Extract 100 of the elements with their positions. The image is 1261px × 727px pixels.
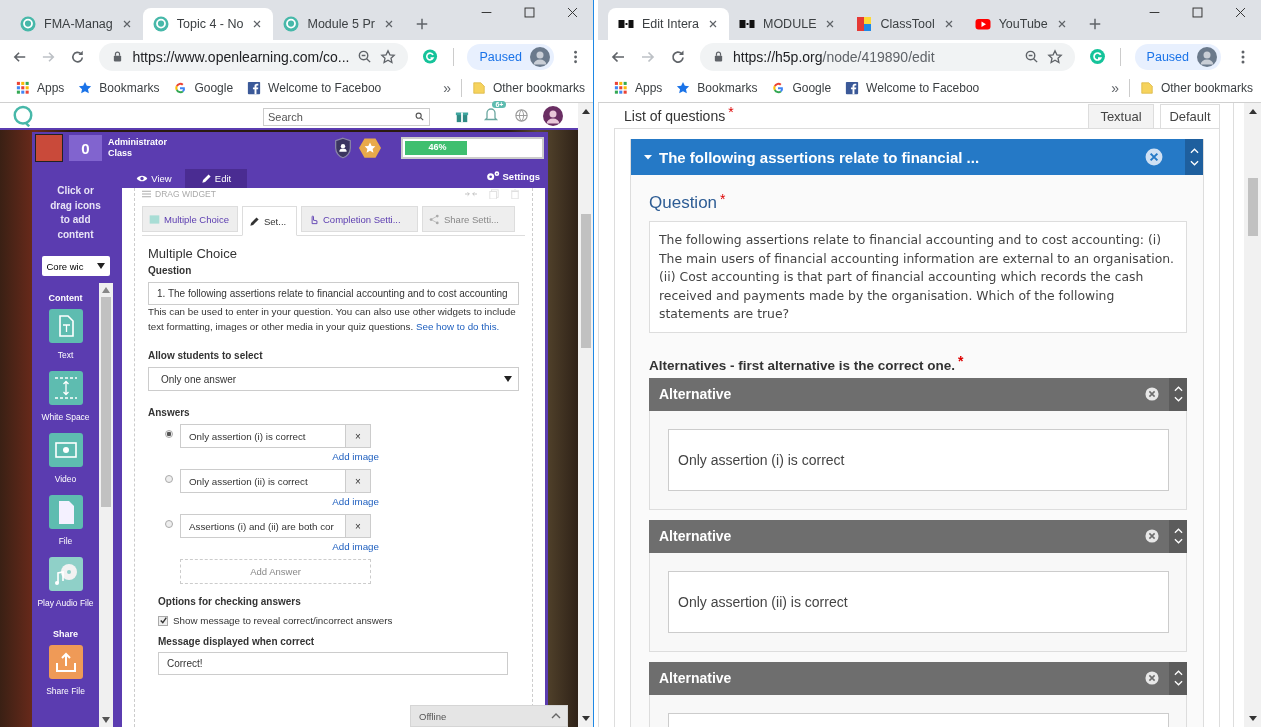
- add-image-link[interactable]: Add image: [332, 451, 379, 462]
- new-tab-icon[interactable]: [1087, 17, 1102, 31]
- remove-button[interactable]: ×: [345, 425, 370, 447]
- answer-field[interactable]: Assertions (i) and (ii) are both cor ×: [180, 514, 371, 538]
- widget-label[interactable]: White Space: [35, 410, 96, 424]
- remove-icon[interactable]: [1145, 148, 1163, 166]
- overflow-chevron[interactable]: »: [443, 79, 451, 96]
- mode-tab[interactable]: Edit: [185, 169, 247, 188]
- display-mode-tab[interactable]: Textual: [1088, 104, 1154, 128]
- reorder-buttons[interactable]: [1169, 519, 1187, 553]
- editor-tab[interactable]: Completion Setti...: [301, 206, 418, 232]
- overflow-chevron[interactable]: »: [1111, 79, 1119, 96]
- profile-button[interactable]: Paused: [1134, 43, 1221, 70]
- add-image-link[interactable]: Add image: [332, 496, 379, 507]
- browser-tab[interactable]: Topic 4 - No: [142, 8, 274, 40]
- globe-icon[interactable]: [513, 108, 529, 123]
- close-icon[interactable]: [1234, 6, 1247, 19]
- avatar-icon[interactable]: [542, 105, 563, 126]
- browser-tab[interactable]: Module 5 Pr: [273, 8, 405, 40]
- bookmark[interactable]: Apps: [614, 80, 663, 95]
- upload-tray-icon[interactable]: [48, 645, 83, 679]
- search-field[interactable]: Search: [263, 107, 430, 126]
- browser-tab[interactable]: FMA-Manag: [10, 8, 143, 40]
- address-bar[interactable]: https://h5p.org/node/419890/edit: [700, 42, 1075, 71]
- browser-tab[interactable]: YouTube: [964, 8, 1078, 40]
- scrollbar-thumb[interactable]: [580, 214, 591, 348]
- ring-logo-icon[interactable]: [12, 104, 34, 127]
- radio-button[interactable]: [165, 519, 173, 528]
- bookmark[interactable]: Welcome to Faceboo: [845, 80, 980, 95]
- bell-icon[interactable]: [483, 105, 500, 122]
- scrollbar-thumb[interactable]: [1247, 178, 1258, 236]
- question-text-field[interactable]: The following assertions relate to financial accounting and to cost accounting: (i) The main users of financial accounting information are external to an organisation. (ii) Cost accounting is that part of financial accounting which records the cash received and payments made by the organisation. Which of the following statements are true?: [649, 221, 1187, 333]
- maximize-icon[interactable]: [523, 6, 536, 19]
- editor-tab[interactable]: Multiple Choice: [142, 206, 238, 232]
- message-field[interactable]: Correct!: [158, 652, 508, 675]
- alternative-header[interactable]: Alternative: [649, 377, 1187, 411]
- bookmark-folder[interactable]: Other bookmarks: [1139, 80, 1253, 95]
- remove-icon[interactable]: [1145, 529, 1159, 543]
- widget-label[interactable]: Video: [35, 472, 96, 486]
- spacing-widget-icon[interactable]: [48, 371, 83, 405]
- address-bar[interactable]: https://www.openlearning.com/co...: [99, 42, 409, 71]
- close-icon[interactable]: [707, 18, 719, 30]
- close-icon[interactable]: [566, 6, 579, 19]
- widget-label[interactable]: Share File: [35, 684, 96, 698]
- reload-icon[interactable]: [70, 48, 86, 65]
- reorder-buttons[interactable]: [1185, 139, 1203, 175]
- settings-link[interactable]: Settings: [485, 170, 540, 182]
- reorder-buttons[interactable]: [1169, 661, 1187, 695]
- widget-label[interactable]: Text: [35, 348, 96, 362]
- category-dropdown[interactable]: Core wic: [41, 256, 110, 276]
- widget-label[interactable]: File: [35, 534, 96, 548]
- alternative-header[interactable]: Alternative: [649, 519, 1187, 553]
- scrollbar-thumb[interactable]: [101, 297, 111, 507]
- text-widget-icon[interactable]: [48, 309, 83, 343]
- video-widget-icon[interactable]: [48, 433, 83, 467]
- answer-field[interactable]: Only assertion (ii) is correct ×: [180, 469, 371, 493]
- scrollbar[interactable]: [1244, 103, 1261, 727]
- radio-button[interactable]: [165, 474, 173, 483]
- question-field[interactable]: 1. The following assertions relate to financial accounting and to cost accounting: [148, 282, 519, 305]
- new-tab-icon[interactable]: [414, 17, 429, 31]
- add-answer-button[interactable]: Add Answer: [180, 559, 371, 584]
- maximize-icon[interactable]: [1191, 6, 1204, 19]
- bookmark[interactable]: Bookmarks: [676, 80, 758, 95]
- widget-label[interactable]: Play Audio File: [35, 596, 96, 610]
- alternative-field[interactable]: Only assertion (ii) is correct: [668, 570, 1169, 633]
- remove-button[interactable]: ×: [345, 515, 370, 537]
- alternative-field[interactable]: Only assertion (i) is correct: [668, 428, 1169, 491]
- zoom-out-icon[interactable]: [357, 49, 373, 64]
- mode-tab[interactable]: View: [123, 169, 185, 188]
- browser-tab[interactable]: MODULE: [729, 8, 847, 40]
- file-widget-icon[interactable]: [48, 495, 83, 529]
- help-link[interactable]: See how to do this.: [415, 320, 500, 332]
- scrollbar[interactable]: [578, 103, 593, 727]
- group-header[interactable]: The following assertions relate to financial ...: [631, 139, 1203, 175]
- editor-tab[interactable]: Set...: [242, 206, 297, 236]
- zoom-out-icon[interactable]: [1023, 49, 1039, 64]
- answer-field[interactable]: Only assertion (i) is correct ×: [180, 424, 371, 448]
- add-image-link[interactable]: Add image: [332, 541, 379, 552]
- bookmark[interactable]: Welcome to Faceboo: [247, 80, 382, 95]
- bookmark[interactable]: Bookmarks: [78, 80, 160, 95]
- bookmark-folder[interactable]: Other bookmarks: [471, 80, 585, 95]
- remove-button[interactable]: ×: [345, 470, 370, 492]
- remove-icon[interactable]: [1145, 671, 1159, 685]
- scrollbar[interactable]: [99, 283, 113, 727]
- bookmark[interactable]: Google: [173, 80, 234, 95]
- remove-icon[interactable]: [1145, 387, 1159, 401]
- browser-tab[interactable]: ClassTool: [846, 8, 965, 40]
- alternative-header[interactable]: Alternative: [649, 661, 1187, 695]
- display-mode-tab[interactable]: Default: [1160, 104, 1220, 128]
- profile-button[interactable]: Paused: [467, 43, 554, 70]
- radio-button[interactable]: [165, 429, 173, 438]
- reload-icon[interactable]: [670, 48, 686, 65]
- answer-mode-dropdown[interactable]: Only one answer: [148, 367, 519, 391]
- offline-panel[interactable]: Offline: [410, 705, 568, 727]
- bookmark[interactable]: Apps: [16, 80, 65, 95]
- star-icon[interactable]: [1046, 48, 1063, 65]
- star-icon[interactable]: [380, 48, 397, 65]
- checkbox[interactable]: [158, 615, 168, 626]
- bookmark[interactable]: Google: [771, 80, 832, 95]
- browser-tab[interactable]: Edit Intera: [608, 8, 729, 40]
